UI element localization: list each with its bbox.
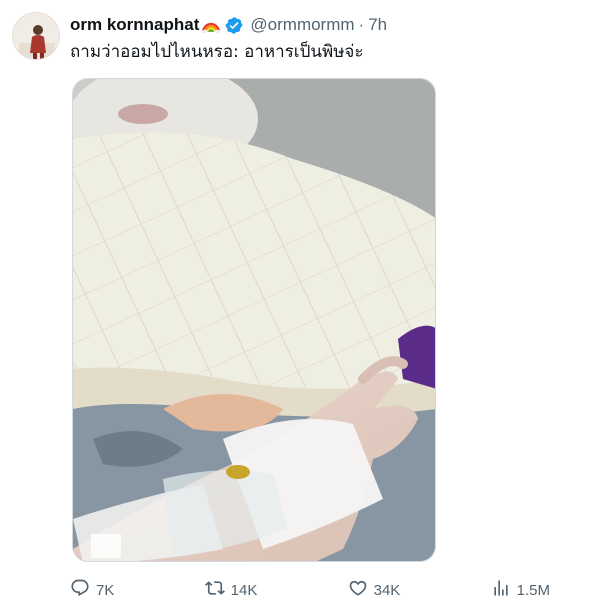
tweet-actions: 7K 14K 34K 1.5M <box>70 578 550 602</box>
tweet-text: ถามว่าออมไปไหนหรอ: อาหารเป็นพิษจ่ะ <box>70 42 364 62</box>
display-name[interactable]: orm kornnaphat <box>70 14 199 36</box>
tweet-header: orm kornnaphat @ormmormm · 7h <box>70 14 588 36</box>
avatar[interactable] <box>12 12 60 60</box>
hospital-bed-photo <box>73 79 435 561</box>
timestamp[interactable]: 7h <box>368 14 387 36</box>
like-button[interactable]: 34K <box>348 578 401 602</box>
rainbow-icon <box>201 16 221 34</box>
verified-badge-icon <box>225 16 244 35</box>
tweet: orm kornnaphat @ormmormm · 7h ถามว่าออมไ… <box>0 0 600 616</box>
retweet-icon <box>204 578 225 602</box>
reply-icon <box>70 578 90 602</box>
tweet-media-photo[interactable] <box>72 78 436 562</box>
retweet-count: 14K <box>230 581 258 599</box>
separator-dot: · <box>358 15 365 34</box>
views-icon <box>491 578 511 602</box>
reply-count: 7K <box>96 581 115 599</box>
user-handle[interactable]: @ormmormm <box>250 14 354 36</box>
like-count: 34K <box>373 581 401 599</box>
heart-icon <box>348 578 368 602</box>
reply-button[interactable]: 7K <box>70 578 114 602</box>
retweet-button[interactable]: 14K <box>204 578 258 602</box>
avatar-image <box>13 13 59 59</box>
views-button[interactable]: 1.5M <box>491 578 550 602</box>
views-count: 1.5M <box>516 581 550 599</box>
